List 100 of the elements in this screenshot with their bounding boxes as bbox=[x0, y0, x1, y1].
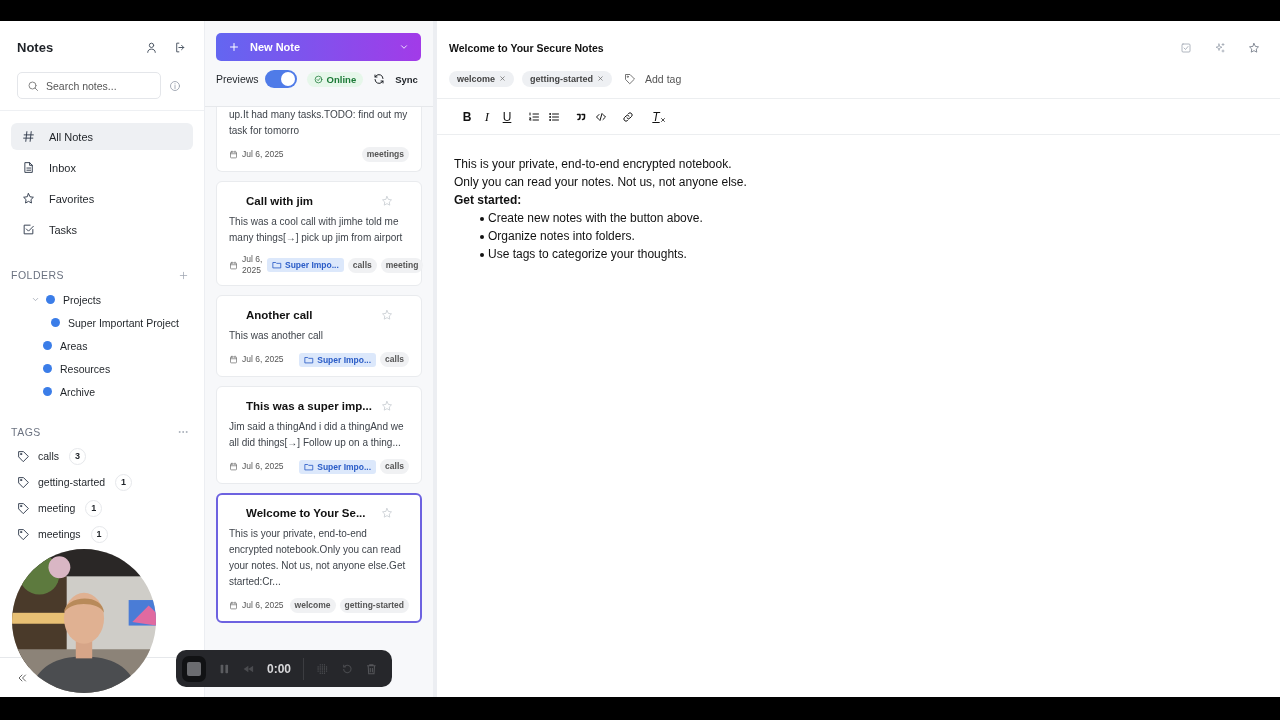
tag-item[interactable]: meeting 1 bbox=[17, 495, 204, 521]
note-card[interactable]: up.It had many tasks.TODO: find out my task for tomorro Jul 6, 2025 meetings bbox=[216, 107, 422, 172]
grid-icon[interactable] bbox=[315, 661, 329, 676]
note-preview: Jim said a thingAnd i did a thingAnd we all did things[→] Follow up on a thing... bbox=[229, 420, 405, 450]
note-date: Jul 6, 2025 bbox=[242, 354, 284, 365]
bullet-dot bbox=[480, 217, 484, 221]
underline-button[interactable]: U bbox=[497, 106, 517, 127]
sync-icon bbox=[373, 73, 386, 85]
nav-item[interactable]: All Notes bbox=[11, 123, 193, 150]
chevron-down-icon bbox=[399, 42, 409, 52]
note-preview: This was a cool call with jimhe told me many things[→] pick up jim from airport bbox=[229, 215, 404, 245]
folder-tag: Super Impo... bbox=[299, 459, 377, 474]
note-tag: getting-started bbox=[339, 598, 409, 613]
trash-icon[interactable] bbox=[365, 661, 379, 676]
collapse-icon[interactable] bbox=[16, 671, 28, 684]
folder-icon bbox=[304, 461, 315, 472]
note-preview: This was another call bbox=[229, 329, 324, 343]
star-icon[interactable] bbox=[381, 400, 393, 412]
checkbox-icon[interactable] bbox=[1180, 41, 1192, 54]
section-heading: FOLDERS bbox=[11, 269, 65, 281]
tag-chip: welcome bbox=[449, 70, 515, 87]
tag-icon bbox=[624, 72, 637, 85]
note-title: Another call bbox=[246, 309, 314, 321]
note-tag: welcome bbox=[289, 598, 336, 613]
remove-icon[interactable] bbox=[499, 75, 507, 82]
check-circle-icon bbox=[313, 74, 323, 84]
note-date: Jul 6, 2025 bbox=[242, 461, 284, 472]
nav-item[interactable]: Favorites bbox=[11, 185, 193, 212]
folder-item[interactable]: Super Important Project bbox=[0, 311, 204, 334]
star-icon[interactable] bbox=[381, 507, 393, 519]
calendar-icon bbox=[229, 150, 238, 159]
sparkle-icon[interactable] bbox=[1214, 41, 1226, 54]
folder-dot bbox=[43, 341, 52, 350]
section-heading: Get started: bbox=[454, 192, 523, 209]
note-title: Welcome to Your Se... bbox=[246, 507, 367, 519]
note-card[interactable]: Call with jim This was a cool call with jimhe told me many things[→] pick up jim from airport Jul 6, 2025 Super Impo... calls meeting bbox=[216, 181, 422, 286]
search-field[interactable]: Search notes... bbox=[17, 72, 161, 99]
previews-toggle[interactable] bbox=[264, 70, 297, 88]
star-icon[interactable] bbox=[1248, 41, 1260, 54]
tag-item[interactable]: getting-started 1 bbox=[17, 469, 204, 495]
list-item: Use tags to categorize your thoughts. bbox=[488, 246, 687, 263]
new-note-button[interactable]: New Note bbox=[216, 33, 421, 61]
note-title: Welcome to Your Secure Notes bbox=[449, 41, 605, 54]
numbered-list-icon[interactable] bbox=[528, 110, 540, 123]
previews-label: Previews bbox=[216, 73, 259, 85]
note-preview: up.It had many tasks.TODO: find out my task for tomorro bbox=[229, 108, 409, 138]
tag-icon bbox=[17, 527, 30, 541]
stop-button[interactable] bbox=[182, 655, 206, 682]
italic-button[interactable]: I bbox=[477, 106, 497, 127]
note-date: Jul 6, 2025 bbox=[242, 600, 284, 611]
plus-icon[interactable] bbox=[178, 269, 189, 281]
tag-item[interactable]: calls 3 bbox=[17, 443, 204, 469]
folder-tag: Super Impo... bbox=[299, 352, 377, 367]
code-icon[interactable] bbox=[595, 110, 607, 123]
note-card[interactable]: Another call This was another call Jul 6, 2025 Super Impo... calls bbox=[216, 295, 422, 377]
note-title: This was a super imp... bbox=[246, 400, 373, 412]
folder-item[interactable]: Archive bbox=[0, 380, 204, 403]
nav-item[interactable]: Inbox bbox=[11, 154, 193, 181]
calendar-icon bbox=[229, 601, 238, 610]
tag-icon bbox=[17, 449, 30, 463]
note-title: Call with jim bbox=[246, 195, 315, 207]
add-tag-button[interactable]: Add tag bbox=[624, 72, 682, 85]
tag-chip: getting-started bbox=[522, 70, 613, 87]
x-icon bbox=[659, 116, 666, 123]
folder-icon bbox=[272, 260, 282, 270]
hash-icon bbox=[22, 130, 35, 143]
folder-icon bbox=[304, 354, 315, 365]
folder-dot bbox=[51, 318, 60, 327]
note-card[interactable]: Welcome to Your Se... This is your private, end-to-end encrypted notebook.Only you can read your notes. Not us, not anyone else.Get started:Cr... Jul 6, 2025 welcome getting-started bbox=[216, 493, 422, 623]
list-item: Organize notes into folders. bbox=[488, 228, 635, 245]
bullet-dot bbox=[480, 253, 484, 257]
search-icon bbox=[27, 79, 39, 92]
folder-item[interactable]: Resources bbox=[0, 357, 204, 380]
nav-item[interactable]: Tasks bbox=[11, 216, 193, 243]
note-tag: meeting bbox=[380, 257, 424, 273]
list-item: Create new notes with the button above. bbox=[488, 210, 703, 227]
sync-button[interactable]: Sync bbox=[373, 73, 418, 85]
tag-item[interactable]: meetings 1 bbox=[17, 521, 204, 547]
tag-icon bbox=[17, 501, 30, 515]
body-text: Only you can read your notes. Not us, not anyone else. bbox=[454, 174, 748, 191]
folder-item[interactable]: Areas bbox=[0, 334, 204, 357]
info-icon bbox=[169, 79, 181, 92]
recording-time: 0:00 bbox=[267, 661, 291, 676]
note-preview: This is your private, end-to-end encrypted notebook.Only you can read your notes. Not us, not anyone else.Get started:Cr... bbox=[229, 527, 407, 589]
star-icon[interactable] bbox=[381, 195, 393, 207]
document-icon bbox=[22, 161, 35, 174]
clear-format-button[interactable]: T bbox=[649, 106, 669, 127]
section-heading: TAGS bbox=[11, 426, 41, 438]
logout-icon[interactable] bbox=[174, 41, 187, 54]
body-text: This is your private, end-to-end encrypted notebook. bbox=[454, 156, 733, 173]
user-icon[interactable] bbox=[145, 41, 158, 54]
bold-button[interactable]: B bbox=[457, 106, 477, 127]
star-icon[interactable] bbox=[381, 309, 393, 321]
note-tag: calls bbox=[380, 352, 409, 367]
app-title: Notes bbox=[17, 40, 55, 55]
remove-icon[interactable] bbox=[597, 75, 605, 82]
note-card[interactable]: This was a super imp... Jim said a thingAnd i did a thingAnd we all did things[→] Follow up on a thing... Jul 6, 2025 Super Impo... calls bbox=[216, 386, 422, 484]
bullet-list-icon[interactable] bbox=[548, 110, 560, 123]
folder-item[interactable]: Projects bbox=[0, 288, 204, 311]
link-icon[interactable] bbox=[622, 110, 634, 123]
